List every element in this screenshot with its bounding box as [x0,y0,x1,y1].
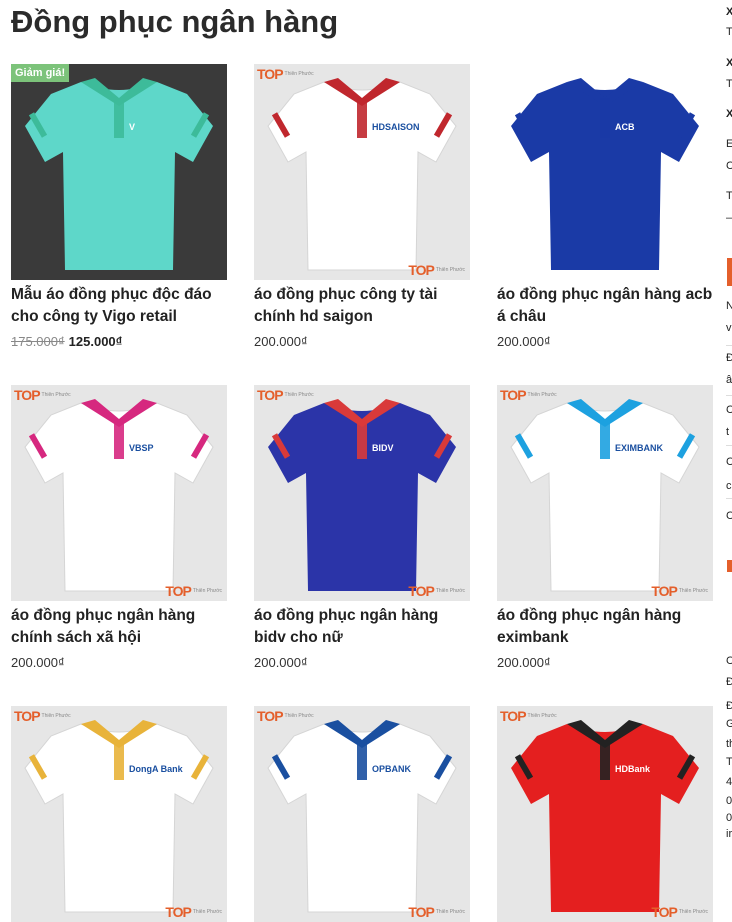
shirt-logo: HDSAISON [372,122,420,132]
product-card[interactable]: HDBank TOP Thiên Phước TOP Thiên Phước [497,706,713,922]
brand-watermark: TOP Thiên Phước [257,66,314,82]
sidebar-heading-bar [727,560,732,572]
product-card[interactable]: VBSP TOP Thiên Phước TOP Thiên Phước áo đồng … [11,385,227,670]
shirt-logo: BIDV [372,443,394,453]
product-image[interactable]: ACB [497,64,713,280]
shirt-logo: HDBank [615,764,651,774]
brand-watermark: TOP Thiên Phước [408,583,465,599]
sidebar-text-fragment: c [726,480,732,492]
sidebar-text-fragment: N [726,300,732,312]
product-image[interactable]: EXIMBANK TOP Thiên Phước TOP Thiên Phước [497,385,713,601]
product-image[interactable]: HDBank TOP Thiên Phước TOP Thiên Phước [497,706,713,922]
sidebar-text-fragment: Đ [726,700,732,712]
sidebar-text-fragment: v [726,322,732,334]
brand-watermark: TOP Thiên Phước [165,583,222,599]
product-card[interactable]: EXIMBANK TOP Thiên Phước TOP Thiên Phước áo đ… [497,385,713,670]
product-price: 200.000₫ [497,655,551,670]
product-card[interactable]: V Giảm giá! Mẫu áo đồng phục độc đáo cho c… [11,64,227,349]
brand-watermark: TOP Thiên Phước [165,904,222,920]
brand-watermark: TOP Thiên Phước [14,708,71,724]
shirt-logo: V [129,122,136,132]
product-card[interactable]: ACB áo đồng phục ngân hàng acb á châu 200.… [497,64,713,349]
shirt-logo: VBSP [129,443,154,453]
shirt-logo: OPBANK [372,764,412,774]
sidebar-text-fragment: T [726,190,732,202]
sale-badge: Giảm giá! [11,64,70,82]
product-image[interactable]: OPBANK TOP Thiên Phước TOP Thiên Phước [254,706,470,922]
brand-watermark: TOP Thiên Phước [257,387,314,403]
product-name[interactable]: áo đồng phục ngân hàng chính sách xã hội [11,605,227,649]
sidebar-text-fragment: Đ [726,352,732,364]
sidebar-text-fragment: ir [726,828,732,840]
product-card[interactable]: OPBANK TOP Thiên Phước TOP Thiên Phước [254,706,470,922]
sidebar-text-fragment: T [726,26,732,38]
sidebar-text-fragment: C [726,160,732,172]
shirt-logo: DongA Bank [129,764,183,774]
product-image[interactable]: DongA Bank TOP Thiên Phước TOP Thiên Phước [11,706,227,922]
sidebar-divider [726,445,732,446]
brand-watermark: TOP Thiên Phước [14,387,71,403]
shirt-logo: ACB [615,122,635,132]
product-price: 200.000₫ [11,655,65,670]
brand-watermark: TOP Thiên Phước [408,262,465,278]
old-price: 175.000₫ [11,334,65,349]
sidebar-text-fragment: â [726,374,732,386]
brand-watermark: TOP Thiên Phước [651,583,708,599]
brand-watermark: TOP Thiên Phước [500,708,557,724]
sidebar-text-fragment: 0 [726,795,732,807]
product-name[interactable]: áo đồng phục công ty tài chính hd saigon [254,284,470,328]
brand-watermark: TOP Thiên Phước [651,904,708,920]
brand-watermark: TOP Thiên Phước [257,708,314,724]
product-price: 200.000₫ [254,334,308,349]
product-price: 175.000₫ 125.000₫ [11,334,227,349]
sidebar-text-fragment: Đ [726,676,732,688]
sidebar-divider [726,345,732,346]
sidebar-text-fragment: C [726,510,732,522]
product-name[interactable]: áo đồng phục ngân hàng acb á châu [497,284,713,328]
sidebar-text-fragment: X [726,57,732,69]
sidebar-heading-bar [727,258,732,286]
sidebar-clipped: XTXTXECT–NvĐâCtCcCCĐĐGthT400ir [720,0,732,883]
sidebar-text-fragment: X [726,108,732,120]
sidebar-text-fragment: G [726,718,732,730]
product-image[interactable]: BIDV TOP Thiên Phước TOP Thiên Phước [254,385,470,601]
product-card[interactable]: DongA Bank TOP Thiên Phước TOP Thiên Phước [11,706,227,922]
product-price: 200.000₫ [254,655,308,670]
sale-price: 125.000₫ [68,334,123,349]
product-image[interactable]: V Giảm giá! [11,64,227,280]
product-image[interactable]: HDSAISON TOP Thiên Phước TOP Thiên Phước [254,64,470,280]
product-name[interactable]: áo đồng phục ngân hàng bidv cho nữ [254,605,470,649]
sidebar-text-fragment: C [726,456,732,468]
sidebar-text-fragment: t [726,426,730,438]
shirt-logo: EXIMBANK [615,443,664,453]
sidebar-text-fragment: 0 [726,812,732,824]
sidebar-text-fragment: E [726,138,732,150]
sidebar-divider [726,498,732,499]
sidebar-text-fragment: T [726,78,732,90]
sidebar-text-fragment: T [726,756,732,768]
product-price: 200.000₫ [497,334,551,349]
sidebar-text-fragment: 4 [726,776,732,788]
sidebar-text-fragment: C [726,404,732,416]
product-name[interactable]: áo đồng phục ngân hàng eximbank [497,605,713,649]
product-card[interactable]: BIDV TOP Thiên Phước TOP Thiên Phước áo đồng … [254,385,470,670]
brand-watermark: TOP Thiên Phước [500,387,557,403]
product-image[interactable]: VBSP TOP Thiên Phước TOP Thiên Phước [11,385,227,601]
sidebar-divider [726,395,732,396]
sidebar-text-fragment: C [726,655,732,667]
sidebar-text-fragment: X [726,6,732,18]
page-title: Đồng phục ngân hàng [11,4,339,39]
sidebar-text-fragment: th [726,738,732,750]
product-card[interactable]: HDSAISON TOP Thiên Phước TOP Thiên Phước áo đ… [254,64,470,349]
brand-watermark: TOP Thiên Phước [408,904,465,920]
sidebar-text-fragment: – [726,212,732,224]
product-name[interactable]: Mẫu áo đồng phục độc đáo cho công ty Vig… [11,284,227,328]
